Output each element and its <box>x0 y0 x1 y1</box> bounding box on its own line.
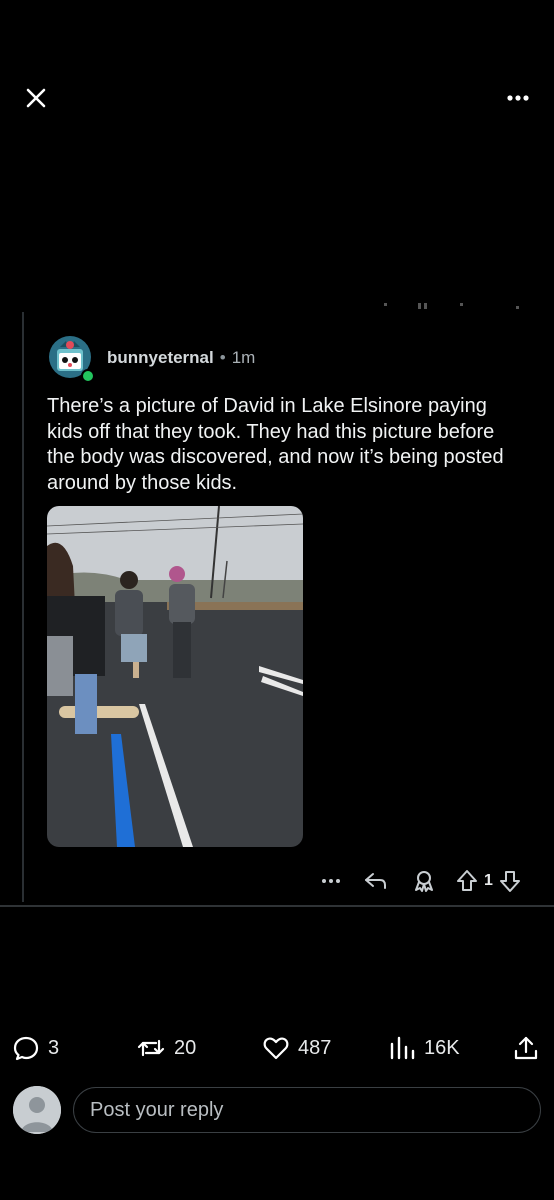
comment-meta: bunnyeternal • 1m <box>107 348 255 368</box>
reply-composer <box>0 1084 554 1138</box>
user-avatar[interactable] <box>13 1086 61 1134</box>
downvote-arrow-icon[interactable] <box>497 866 523 896</box>
engagement-bar: 3 20 487 16K <box>0 1030 554 1066</box>
more-horizontal-icon[interactable] <box>318 866 344 896</box>
comment-time: 1m <box>231 348 256 367</box>
heart-icon <box>262 1034 290 1062</box>
reply-button[interactable]: 3 <box>12 1030 59 1066</box>
like-count: 487 <box>298 1036 332 1059</box>
award-icon[interactable] <box>410 866 438 896</box>
online-status-dot <box>81 369 95 383</box>
reply-arrow-icon[interactable] <box>362 866 390 896</box>
views-button[interactable]: 16K <box>388 1030 460 1066</box>
media-bottom-divider <box>0 905 554 907</box>
vote-controls: 1 <box>454 866 538 896</box>
meta-separator: • <box>219 348 226 367</box>
close-icon[interactable] <box>22 84 50 112</box>
comment-username[interactable]: bunnyeternal <box>107 348 214 367</box>
repost-button[interactable]: 20 <box>136 1030 196 1066</box>
share-icon[interactable] <box>512 1030 540 1066</box>
repost-count: 20 <box>174 1036 197 1059</box>
cropped-icons <box>380 300 530 314</box>
comment-actions: 1 <box>318 866 533 896</box>
views-count: 16K <box>424 1036 460 1059</box>
repost-icon <box>136 1034 166 1062</box>
reply-input[interactable] <box>73 1087 541 1133</box>
vote-count: 1 <box>484 872 493 889</box>
upvote-arrow-icon[interactable] <box>454 866 480 896</box>
comment-bubble-icon <box>12 1034 40 1062</box>
top-bar <box>0 0 554 200</box>
reply-count: 3 <box>48 1036 60 1059</box>
like-button[interactable]: 487 <box>262 1030 331 1066</box>
comment-text: There’s a picture of David in Lake Elsin… <box>47 395 504 494</box>
thread-line <box>22 312 24 902</box>
more-options-icon[interactable] <box>504 86 532 110</box>
bar-chart-icon <box>388 1034 416 1062</box>
comment-photo[interactable] <box>47 506 303 847</box>
